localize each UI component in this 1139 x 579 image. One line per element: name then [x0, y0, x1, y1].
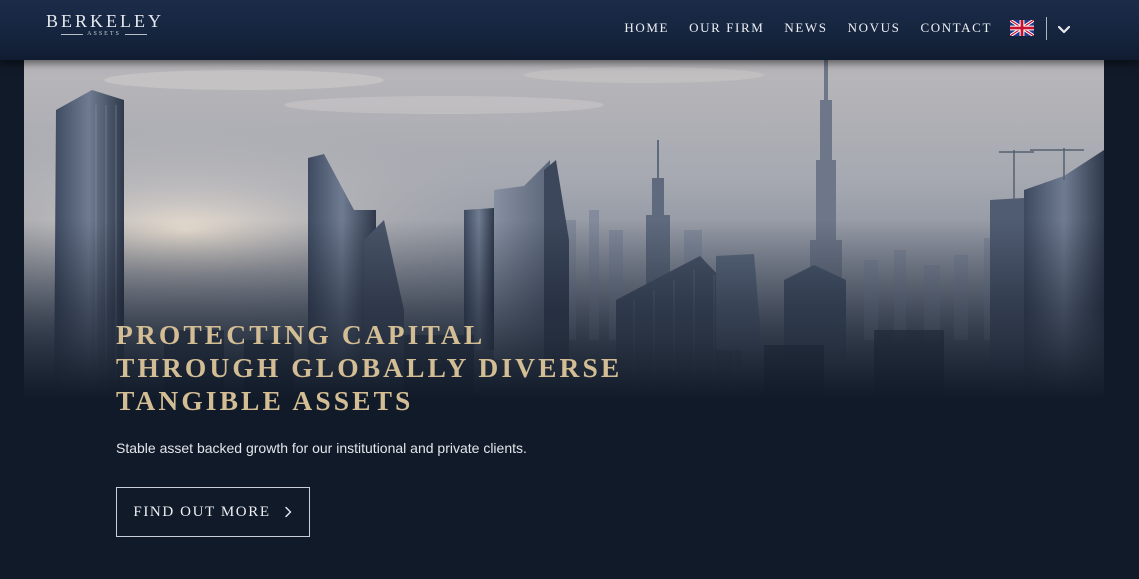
find-out-more-label: FIND OUT MORE	[133, 504, 271, 520]
nav-item-home[interactable]: HOME	[624, 20, 669, 36]
site-header: BERKELEY ASSETS HOME OUR FIRM NEWS NOVUS…	[0, 0, 1139, 60]
main-nav: HOME OUR FIRM NEWS NOVUS CONTACT	[624, 20, 992, 36]
headline-line-2: THROUGH GLOBALLY DIVERSE	[116, 352, 623, 383]
chevron-right-icon	[284, 506, 291, 518]
nav-item-news[interactable]: NEWS	[784, 20, 827, 36]
logo-rule-right	[124, 33, 147, 35]
hero-headline: PROTECTING CAPITAL THROUGH GLOBALLY DIVE…	[116, 318, 716, 417]
nav-item-our-firm[interactable]: OUR FIRM	[689, 20, 764, 36]
headline-line-1: PROTECTING CAPITAL	[116, 319, 486, 350]
logo-tagline: ASSETS	[87, 31, 121, 37]
nav-item-novus[interactable]: NOVUS	[848, 20, 901, 36]
logo-rule-left	[61, 33, 84, 35]
chevron-down-icon[interactable]	[1056, 22, 1072, 36]
language-divider	[1046, 17, 1047, 40]
headline-line-3: TANGIBLE ASSETS	[116, 385, 414, 416]
hero-subtext: Stable asset backed growth for our insti…	[116, 440, 527, 456]
nav-item-contact[interactable]: CONTACT	[920, 20, 992, 36]
berkeley-logo[interactable]: BERKELEY ASSETS	[46, 10, 162, 46]
logo-wordmark: BERKELEY	[46, 11, 164, 31]
uk-flag-icon[interactable]	[1010, 20, 1034, 36]
find-out-more-button[interactable]: FIND OUT MORE	[116, 487, 310, 537]
